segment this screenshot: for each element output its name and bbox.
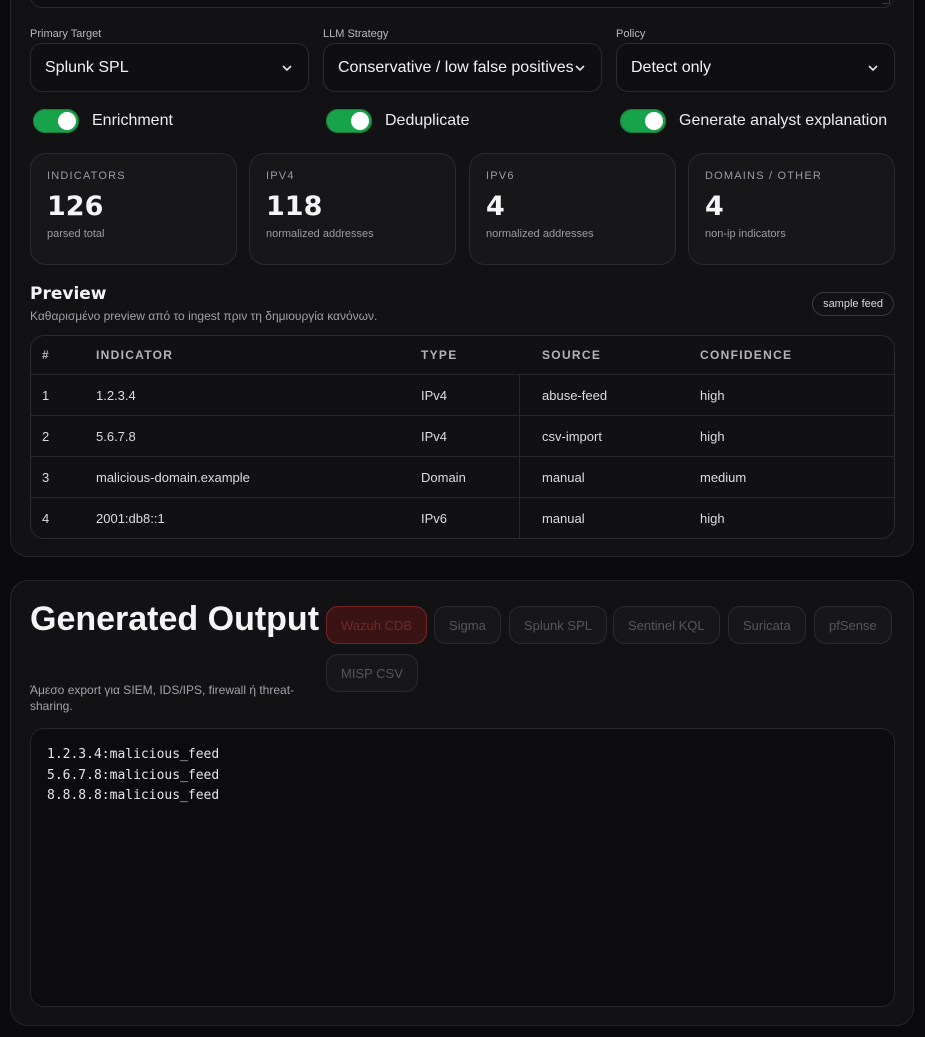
column-header[interactable]: SOURCE [542, 336, 601, 374]
table-cell: 4 [42, 511, 50, 526]
preview-subtitle: Καθαρισμένο preview από το ingest πριν τ… [30, 309, 378, 323]
deduplicate-toggle-row: Deduplicate [326, 109, 470, 133]
llm-strategy-label: LLM Strategy [323, 28, 389, 40]
enrichment-toggle-row: Enrichment [33, 109, 173, 133]
toggle-knob [645, 112, 663, 130]
table-cell: IPv4 [421, 428, 448, 444]
output-title: Generated Output [30, 600, 320, 638]
format-pfsense-button[interactable]: pfSense [814, 606, 892, 644]
enrichment-label: Enrichment [92, 112, 173, 129]
table-cell: high [700, 511, 725, 526]
table-cell: 5.6.7.8 [96, 428, 136, 444]
format-sentinel-kql-button[interactable]: Sentinel KQL [613, 606, 720, 644]
policy-select[interactable]: Detect only [616, 43, 895, 92]
preview-title: Preview [30, 284, 107, 304]
stat-title: DOMAINS / OTHER [705, 170, 823, 182]
stat-value: 4 [705, 191, 724, 222]
column-divider [519, 375, 520, 538]
format-wazuh-cdb-button[interactable]: Wazuh CDB [326, 606, 428, 644]
table-cell: Domain [421, 469, 466, 485]
toggle-knob [351, 112, 369, 130]
primary-target-select[interactable]: Splunk SPL [30, 43, 309, 92]
format-misp-csv-button[interactable]: MISP CSV [326, 654, 418, 692]
table-cell: 2001:db8::1 [96, 511, 165, 526]
table-cell: 1 [42, 387, 50, 403]
column-header[interactable]: INDICATOR [96, 336, 173, 374]
chevron-down-icon [866, 61, 880, 75]
table-cell: IPv4 [421, 387, 448, 403]
column-header[interactable]: CONFIDENCE [700, 336, 792, 374]
stat-subtitle: normalized addresses [486, 228, 594, 240]
column-header[interactable]: # [42, 336, 50, 374]
preview-table: # INDICATOR TYPE SOURCE CONFIDENCE 1 1.2… [30, 335, 895, 539]
table-cell: 3 [42, 469, 50, 485]
deduplicate-label: Deduplicate [385, 112, 470, 129]
stat-value: 4 [486, 191, 505, 222]
stat-ipv4: IPV4 118 normalized addresses [249, 153, 456, 265]
format-splunk-spl-button[interactable]: Splunk SPL [509, 606, 607, 644]
llm-strategy-select[interactable]: Conservative / low false positives [323, 43, 602, 92]
resize-handle[interactable] [882, 0, 890, 4]
output-code-block[interactable]: 1.2.3.4:malicious_feed 5.6.7.8:malicious… [30, 728, 895, 1007]
toggle-knob [58, 112, 76, 130]
table-cell: IPv6 [421, 511, 448, 526]
table-header: # INDICATOR TYPE SOURCE CONFIDENCE [31, 336, 894, 375]
stat-ipv6: IPV6 4 normalized addresses [469, 153, 676, 265]
table-cell: csv-import [542, 428, 602, 444]
deduplicate-toggle[interactable] [326, 109, 372, 133]
explanation-toggle[interactable] [620, 109, 666, 133]
stat-value: 118 [266, 191, 323, 222]
stat-title: INDICATORS [47, 170, 126, 182]
stat-title: IPV4 [266, 170, 295, 182]
ingest-textarea[interactable] [30, 0, 895, 8]
table-cell: malicious-domain.example [96, 469, 250, 485]
policy-label: Policy [616, 28, 646, 40]
format-sigma-button[interactable]: Sigma [434, 606, 501, 644]
config-panel: Primary Target Splunk SPL LLM Strategy C… [10, 0, 914, 557]
explanation-label: Generate analyst explanation [679, 112, 888, 129]
primary-target-label: Primary Target [30, 28, 102, 40]
column-header[interactable]: TYPE [421, 336, 458, 374]
explanation-toggle-row: Generate analyst explanation [620, 109, 887, 133]
stat-subtitle: non-ip indicators [705, 228, 786, 240]
table-cell: 2 [42, 428, 50, 444]
sample-feed-badge[interactable]: sample feed [812, 292, 894, 316]
chevron-down-icon [280, 61, 294, 75]
table-cell: medium [700, 469, 747, 485]
table-cell: high [700, 387, 725, 403]
table-row[interactable]: 4 2001:db8::1 IPv6 manual high [31, 498, 894, 538]
table-cell: abuse-feed [542, 387, 608, 403]
output-subtitle: Άμεσο export για SIEM, IDS/IPS, firewall… [30, 683, 295, 713]
stat-subtitle: normalized addresses [266, 228, 374, 240]
table-row[interactable]: 1 1.2.3.4 IPv4 abuse-feed high [31, 375, 894, 416]
stat-indicators: INDICATORS 126 parsed total [30, 153, 237, 265]
chevron-down-icon [573, 61, 587, 75]
table-row[interactable]: 3 malicious-domain.example Domain manual… [31, 457, 894, 498]
format-suricata-button[interactable]: Suricata [728, 606, 806, 644]
table-cell: manual [542, 511, 585, 526]
stat-value: 126 [47, 191, 104, 222]
stat-title: IPV6 [486, 170, 515, 182]
enrichment-toggle[interactable] [33, 109, 79, 133]
stat-domains-other: DOMAINS / OTHER 4 non-ip indicators [688, 153, 895, 265]
table-row[interactable]: 2 5.6.7.8 IPv4 csv-import high [31, 416, 894, 457]
table-cell: 1.2.3.4 [96, 387, 136, 403]
stat-subtitle: parsed total [47, 228, 105, 240]
table-cell: high [700, 428, 725, 444]
generated-output-panel: Generated Output Άμεσο export για SIEM, … [10, 580, 914, 1026]
table-cell: manual [542, 469, 585, 485]
